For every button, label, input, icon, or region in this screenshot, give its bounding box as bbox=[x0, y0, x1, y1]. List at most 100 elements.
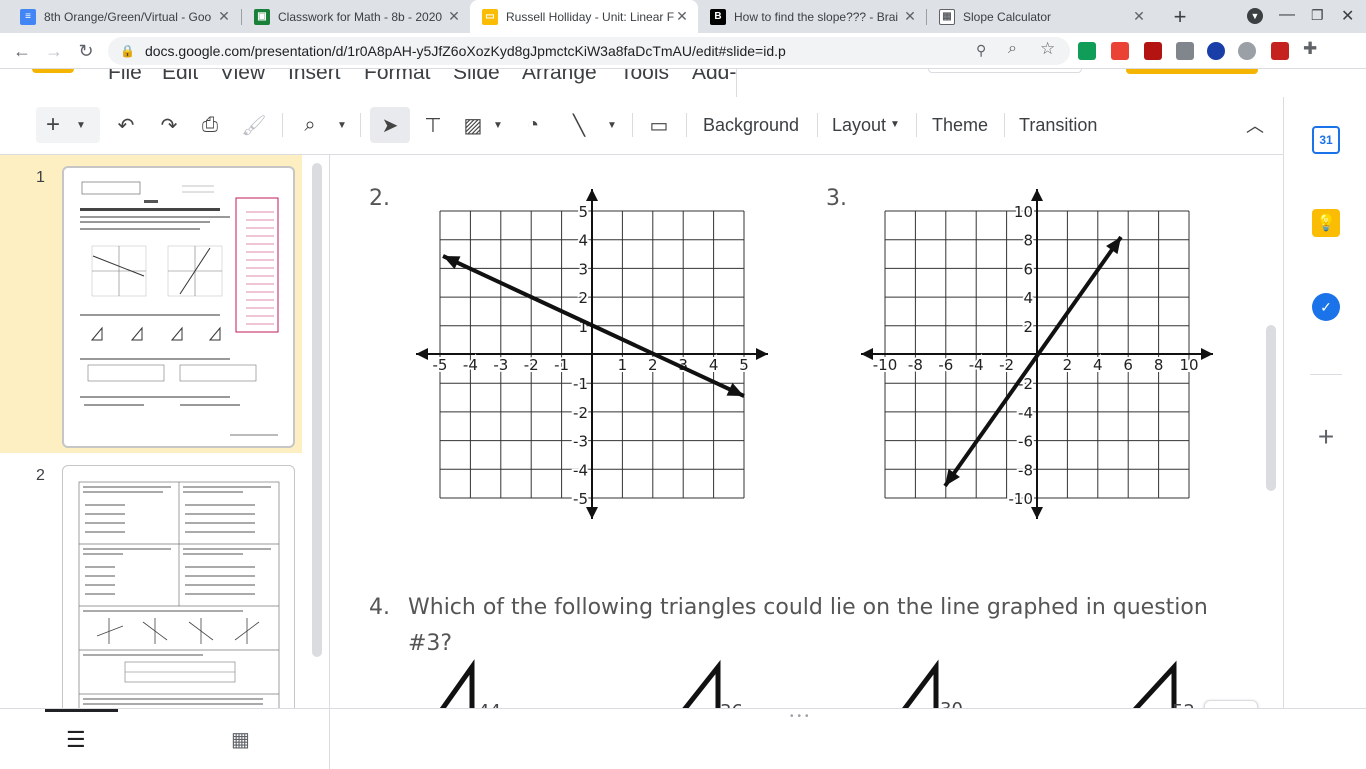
calendar-icon[interactable]: 31 bbox=[1312, 126, 1340, 154]
menu-slide[interactable]: Slide bbox=[453, 69, 500, 85]
background-button[interactable]: Background bbox=[703, 115, 799, 136]
extension-k-icon[interactable] bbox=[1207, 42, 1225, 60]
keep-icon[interactable]: 💡 bbox=[1312, 209, 1340, 237]
x-tick-label: 4 bbox=[1093, 356, 1103, 374]
chevron-down-icon[interactable]: ▼ bbox=[76, 120, 86, 131]
x-tick-label: 10 bbox=[1179, 356, 1198, 374]
add-addon-icon[interactable]: + bbox=[1312, 423, 1340, 451]
chevron-down-icon[interactable]: ▼ bbox=[604, 107, 620, 143]
new-slide-button[interactable]: + ▼ bbox=[36, 107, 100, 143]
url-bar[interactable]: 🔒 docs.google.com/presentation/d/1r0A8pA… bbox=[108, 37, 1070, 65]
extension-adobe-icon[interactable] bbox=[1144, 42, 1162, 60]
tab-search-icon[interactable]: ▼ bbox=[1247, 8, 1263, 24]
select-cursor-icon[interactable]: ➤ bbox=[370, 107, 410, 143]
extension-flash-icon[interactable] bbox=[1271, 42, 1289, 60]
collapse-chevron-up-icon[interactable]: ︿ bbox=[1240, 107, 1270, 143]
filmstrip-scrollbar[interactable] bbox=[312, 163, 322, 657]
filmstrip-view-icon[interactable]: ☰ bbox=[66, 727, 86, 753]
minimize-icon[interactable]: — bbox=[1279, 6, 1295, 24]
zoom-icon[interactable]: ⌕ bbox=[1008, 40, 1017, 58]
slide-number: 2 bbox=[36, 467, 45, 484]
browser-tab-3[interactable]: ▭ Russell Holliday - Unit: Linear F ✕ bbox=[470, 0, 698, 33]
present-button[interactable] bbox=[928, 69, 1082, 73]
y-tick-label: -4 bbox=[573, 461, 588, 479]
grid-view-icon[interactable]: ▦ bbox=[231, 727, 250, 752]
question-4-number: 4. bbox=[369, 595, 390, 620]
y-tick-label: -5 bbox=[573, 490, 588, 508]
menu-insert[interactable]: Insert bbox=[288, 69, 341, 85]
extension-icon[interactable] bbox=[1238, 42, 1256, 60]
new-tab-button[interactable]: + bbox=[1168, 4, 1192, 29]
tasks-icon[interactable]: ✓ bbox=[1312, 293, 1340, 321]
browser-tab-1[interactable]: ≡ 8th Orange/Green/Virtual - Goo ✕ bbox=[8, 0, 240, 33]
extension-icon[interactable] bbox=[1111, 42, 1129, 60]
extension-sheets-icon[interactable] bbox=[1078, 42, 1096, 60]
browser-tab-4[interactable]: B How to find the slope??? - Brai ✕ bbox=[698, 0, 926, 33]
side-panel: 31 💡 ✓ + › bbox=[1283, 97, 1366, 768]
docs-icon: ≡ bbox=[20, 8, 36, 25]
active-view-indicator bbox=[45, 709, 118, 712]
zoom-icon[interactable]: ⌕ bbox=[296, 107, 324, 143]
close-icon[interactable]: ✕ bbox=[216, 8, 232, 25]
layout-button[interactable]: Layout bbox=[832, 115, 886, 136]
slide-filmstrip: 1 2 bbox=[0, 155, 330, 708]
line-icon[interactable]: ╲ bbox=[564, 107, 594, 143]
slide-thumbnail-2[interactable] bbox=[62, 465, 295, 708]
back-icon[interactable]: ← bbox=[10, 39, 34, 63]
x-tick-label: 4 bbox=[709, 356, 719, 374]
menu-view[interactable]: View bbox=[220, 69, 265, 85]
shape-icon[interactable]: ◔ bbox=[518, 107, 548, 143]
menu-format[interactable]: Format bbox=[364, 69, 431, 85]
menu-tools[interactable]: Tools bbox=[620, 69, 669, 85]
y-tick-label: 6 bbox=[1023, 260, 1033, 278]
window-close-icon[interactable]: ✕ bbox=[1341, 6, 1354, 26]
paint-format-icon[interactable]: 🖌 bbox=[240, 107, 268, 143]
extension-icon[interactable] bbox=[1176, 42, 1194, 60]
menu-edit[interactable]: Edit bbox=[162, 69, 198, 85]
browser-tab-2[interactable]: ▣ Classwork for Math - 8b - 2020 ✕ bbox=[242, 0, 470, 33]
reload-icon[interactable]: ↻ bbox=[74, 39, 98, 63]
y-tick-label: 2 bbox=[1023, 318, 1033, 336]
redo-icon[interactable]: ↷ bbox=[155, 107, 183, 143]
chevron-down-icon[interactable]: ▼ bbox=[334, 107, 350, 143]
location-icon[interactable]: ⚲ bbox=[976, 42, 986, 59]
theme-button[interactable]: Theme bbox=[932, 115, 988, 136]
undo-icon[interactable]: ↶ bbox=[112, 107, 140, 143]
bookmark-star-icon[interactable]: ☆ bbox=[1040, 39, 1055, 59]
print-icon[interactable]: ⎙ bbox=[196, 107, 224, 143]
share-button[interactable] bbox=[1126, 69, 1258, 74]
menu-file[interactable]: File bbox=[108, 69, 142, 85]
close-icon[interactable]: ✕ bbox=[1131, 8, 1147, 25]
close-icon[interactable]: ✕ bbox=[446, 8, 462, 25]
puzzle-icon[interactable]: ✚ bbox=[1303, 39, 1317, 59]
slide-content: -5 -4 -3 -2 -1 1 2 3 4 554321-1-2-3-4-5 -10 -8 -6 -4… bbox=[416, 189, 1213, 708]
y-tick-label: 4 bbox=[1023, 289, 1033, 307]
y-tick-label: -4 bbox=[1018, 404, 1033, 422]
canvas-vertical-scrollbar[interactable] bbox=[1266, 325, 1276, 491]
slide-canvas[interactable]: -5 -4 -3 -2 -1 1 2 3 4 5 5 4 3 2 1 -1 -2 -3 -4 -5 -10 -8 -6 -4… bbox=[330, 155, 1283, 708]
image-icon[interactable]: ▨ bbox=[458, 107, 488, 143]
add-comment-icon[interactable]: ▭ bbox=[644, 107, 674, 143]
menu-arrange[interactable]: Arrange bbox=[522, 69, 597, 85]
address-toolbar: ← → ↻ 🔒 docs.google.com/presentation/d/1… bbox=[0, 33, 1366, 69]
tab-title: Classwork for Math - 8b - 2020 bbox=[278, 9, 443, 24]
editing-toolbar: + ▼ ↶ ↷ ⎙ 🖌 ⌕ ▼ ➤ ⊤ ▨ ▼ ◔ ╲ ▼ ▭ Backgroun… bbox=[0, 97, 1283, 155]
speaker-notes-handle[interactable]: ••• bbox=[790, 711, 813, 722]
chevron-down-icon[interactable]: ▼ bbox=[890, 119, 900, 130]
close-icon[interactable]: ✕ bbox=[902, 8, 918, 25]
text-box-icon[interactable]: ⊤ bbox=[418, 107, 448, 143]
chevron-down-icon[interactable]: ▼ bbox=[490, 107, 506, 143]
url-text: docs.google.com/presentation/d/1r0A8pAH-… bbox=[144, 43, 786, 59]
forward-icon[interactable]: → bbox=[42, 39, 66, 63]
transition-button[interactable]: Transition bbox=[1019, 115, 1097, 136]
slide-number: 1 bbox=[36, 169, 45, 186]
restore-icon[interactable]: ❐ bbox=[1311, 7, 1324, 24]
answer-triangles bbox=[439, 659, 1177, 708]
x-tick-label: -2 bbox=[999, 356, 1014, 374]
browser-tab-5[interactable]: ▦ Slope Calculator ✕ bbox=[927, 0, 1155, 33]
menu-addons[interactable]: Add- bbox=[692, 69, 736, 85]
slide-thumbnail-1[interactable] bbox=[62, 166, 295, 448]
lock-icon: 🔒 bbox=[120, 44, 135, 58]
close-icon[interactable]: ✕ bbox=[674, 8, 690, 25]
slides-icon: ▭ bbox=[482, 8, 498, 25]
